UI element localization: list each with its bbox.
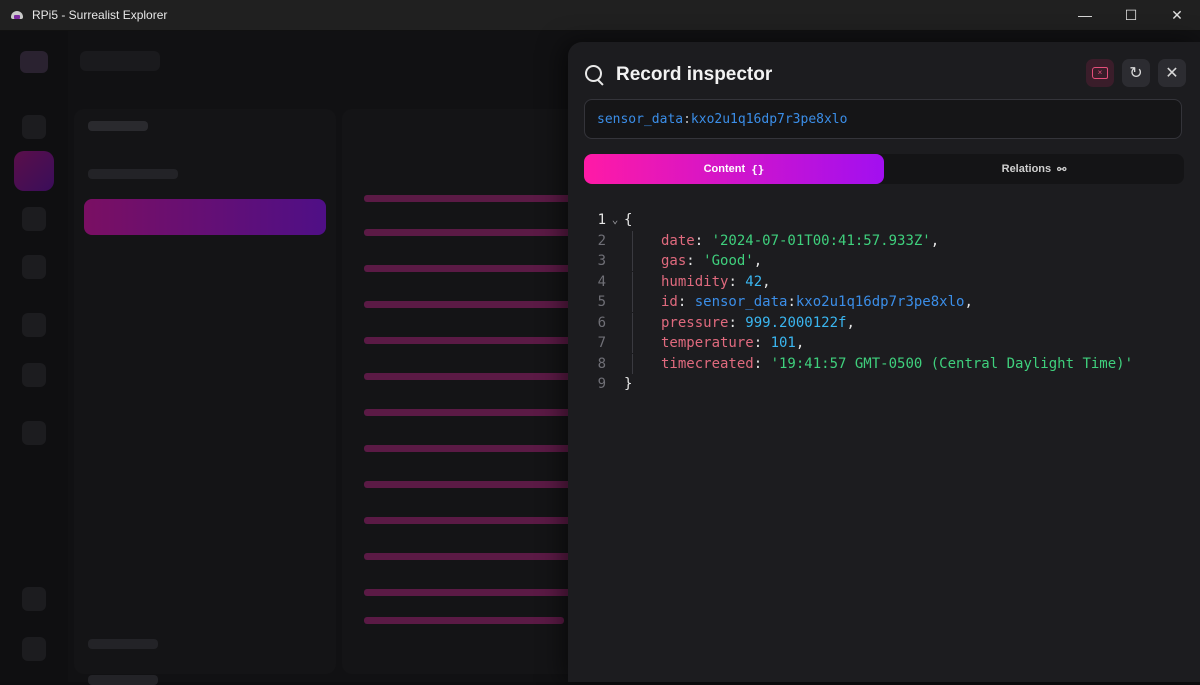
tables-panel-header	[88, 121, 148, 131]
table-row[interactable]	[364, 481, 574, 488]
record-content-editor[interactable]: 1 ⌄ { 2 date: '2024-07-01T00:41:57.933Z',…	[584, 210, 1133, 395]
list-item[interactable]	[88, 675, 158, 685]
relations-icon: ⚯	[1057, 162, 1067, 176]
line-number: 6	[597, 314, 606, 331]
table-row[interactable]	[364, 517, 574, 524]
sidebar-rail	[0, 31, 68, 682]
rail-item-explorer-icon[interactable]	[14, 151, 54, 191]
record-explorer-panel	[342, 109, 582, 674]
record-inspector-drawer: Record inspector × ↻ ✕ sensor_data: kxo2u…	[568, 42, 1200, 682]
rail-item-icon[interactable]	[22, 207, 46, 231]
record-id-input[interactable]: sensor_data: kxo2u1q16dp7r3pe8xlo	[584, 99, 1182, 139]
refresh-icon: ↻	[1129, 65, 1143, 82]
field-key: id	[661, 294, 678, 310]
table-row[interactable]	[364, 373, 574, 380]
table-row[interactable]	[364, 337, 574, 344]
inspector-actions: × ↻ ✕	[1086, 59, 1186, 87]
field-key: date	[661, 232, 695, 249]
field-key: temperature	[661, 335, 754, 351]
maximize-button[interactable]: ☐	[1108, 0, 1154, 30]
selected-table-item[interactable]	[84, 199, 326, 235]
title-bar: RPi5 - Surrealist Explorer — ☐ ✕	[0, 0, 1200, 31]
code-line: 3 gas: 'Good',	[584, 251, 1133, 272]
minimize-button[interactable]: —	[1062, 0, 1108, 30]
record-link-key[interactable]: kxo2u1q16dp7r3pe8xlo	[796, 292, 965, 313]
record-id-key: kxo2u1q16dp7r3pe8xlo	[690, 111, 848, 127]
field-value: 'Good'	[703, 253, 754, 269]
list-item[interactable]	[88, 169, 178, 179]
braces-icon: {}	[751, 162, 765, 176]
table-row[interactable]	[364, 229, 574, 236]
line-number: 3	[597, 253, 606, 269]
tab-relations-label: Relations	[1001, 163, 1052, 175]
close-window-button[interactable]: ✕	[1154, 0, 1200, 30]
inspector-header: Record inspector	[584, 62, 772, 88]
field-value: 999.2000122f	[745, 314, 847, 331]
search-icon	[584, 64, 606, 86]
inspector-title: Record inspector	[616, 64, 773, 85]
close-brace: }	[624, 376, 633, 392]
record-id-separator: :	[683, 111, 691, 127]
line-number: 4	[597, 273, 606, 290]
inspector-tabs: Content {} Relations ⚯	[584, 154, 1184, 184]
code-line: 6 pressure: 999.2000122f,	[584, 312, 1133, 334]
tables-panel	[74, 109, 336, 685]
close-icon: ✕	[1165, 65, 1179, 82]
field-key: pressure	[661, 314, 729, 331]
rail-item-icon[interactable]	[22, 313, 46, 337]
tab-content-label: Content	[703, 163, 746, 175]
tag-x-icon: ×	[1092, 67, 1108, 79]
table-row[interactable]	[364, 589, 574, 596]
code-line: 7 temperature: 101,	[584, 333, 1133, 354]
open-brace: {	[624, 212, 633, 228]
table-row[interactable]	[364, 553, 574, 560]
rail-item-icon[interactable]	[22, 587, 46, 611]
line-number: 1	[597, 212, 606, 228]
field-value: '2024-07-01T00:41:57.933Z'	[711, 232, 931, 249]
field-key: gas	[661, 253, 687, 269]
field-value: 42	[745, 273, 763, 290]
rail-item-icon[interactable]	[22, 255, 46, 279]
fold-chevron-icon[interactable]: ⌄	[606, 210, 624, 231]
table-row[interactable]	[364, 617, 564, 624]
line-number: 8	[597, 355, 606, 372]
delete-record-button[interactable]: ×	[1086, 59, 1114, 87]
surrealist-logo-icon	[10, 9, 24, 21]
line-number: 9	[597, 376, 606, 392]
window-title: RPi5 - Surrealist Explorer	[32, 8, 168, 22]
field-value: 101	[770, 335, 796, 351]
record-link-table[interactable]: sensor_data	[695, 292, 788, 313]
table-row[interactable]	[364, 195, 574, 202]
code-line: 5 id: sensor_data: kxo2u1q16dp7r3pe8xlo,	[584, 292, 1133, 313]
field-key: humidity	[661, 273, 729, 290]
connection-pill[interactable]	[80, 51, 160, 71]
line-number: 2	[597, 232, 606, 249]
rail-item-icon[interactable]	[22, 637, 46, 661]
rail-item-icon[interactable]	[22, 115, 46, 139]
line-number: 5	[597, 294, 606, 310]
rail-item-icon[interactable]	[22, 421, 46, 445]
table-row[interactable]	[364, 265, 574, 272]
tab-content[interactable]: Content {}	[584, 154, 884, 184]
rail-item-icon[interactable]	[22, 363, 46, 387]
tab-relations[interactable]: Relations ⚯	[884, 154, 1184, 184]
list-item[interactable]	[88, 639, 158, 649]
code-line: 2 date: '2024-07-01T00:41:57.933Z',	[584, 230, 1133, 252]
table-row[interactable]	[364, 301, 574, 308]
rail-logo-icon	[20, 51, 48, 73]
field-value: '19:41:57 GMT-0500 (Central Daylight Tim…	[770, 355, 1134, 372]
window-controls: — ☐ ✕	[1062, 0, 1200, 30]
refresh-button[interactable]: ↻	[1122, 59, 1150, 87]
field-key: timecreated	[661, 355, 754, 372]
table-row[interactable]	[364, 409, 574, 416]
code-line: 8 timecreated: '19:41:57 GMT-0500 (Centra…	[584, 353, 1134, 375]
record-id-table: sensor_data	[597, 111, 684, 127]
code-line: 1 ⌄ {	[584, 210, 1133, 231]
table-row[interactable]	[364, 445, 574, 452]
code-line: 4 humidity: 42,	[584, 271, 1133, 293]
close-inspector-button[interactable]: ✕	[1158, 59, 1186, 87]
line-number: 7	[597, 335, 606, 351]
code-line: 9}	[584, 374, 1133, 395]
